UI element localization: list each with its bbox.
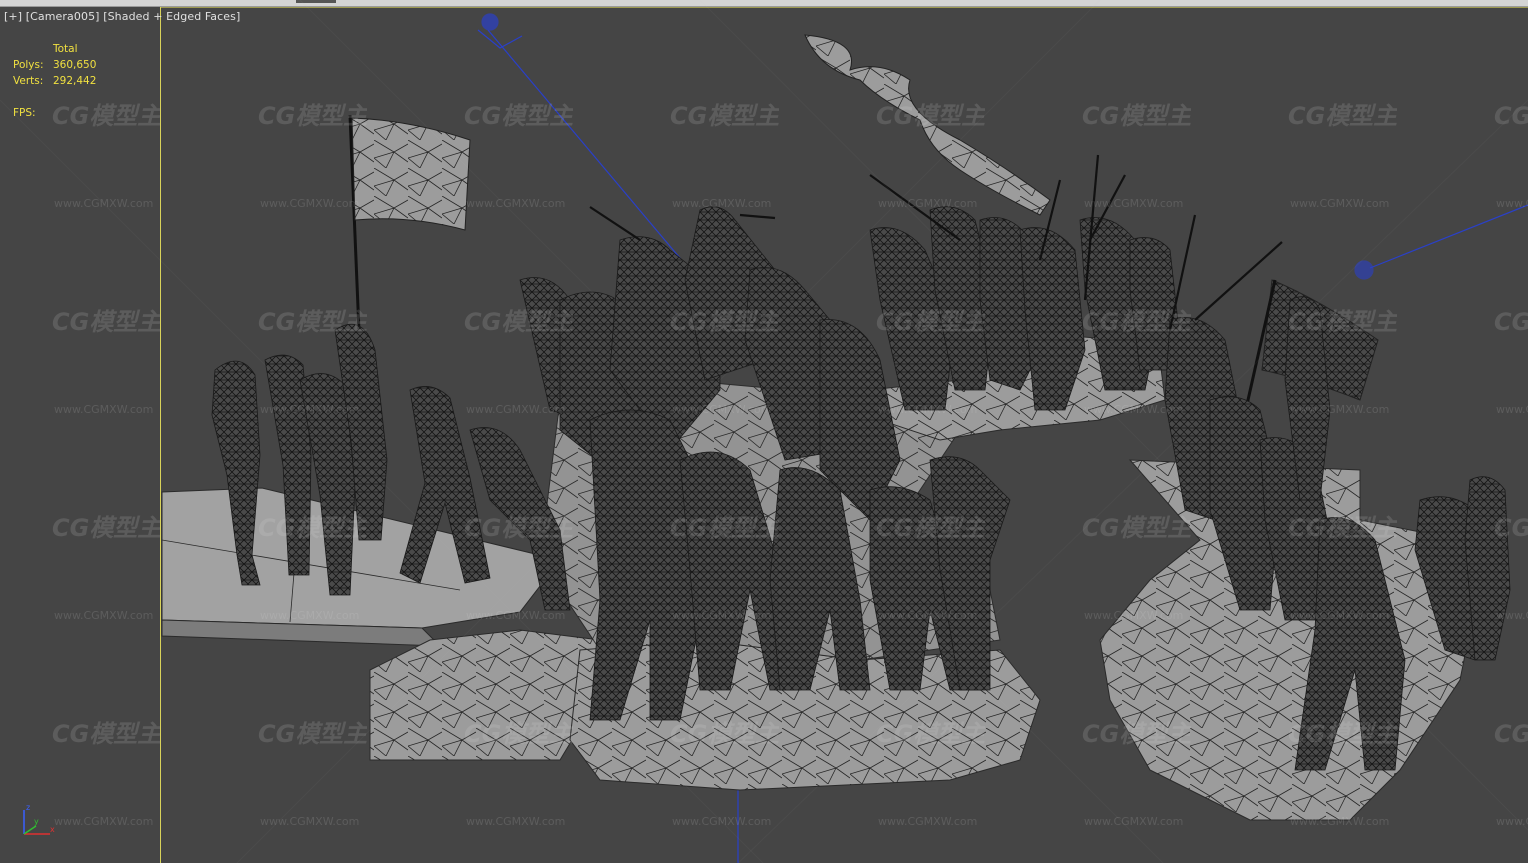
watermark-logo: CG模型主	[876, 720, 986, 748]
y-axis-label: y	[34, 817, 39, 826]
watermark-url: www.CGMXW.com	[1084, 609, 1184, 622]
watermark-logo: CG模型主	[670, 720, 780, 748]
viewport-label[interactable]: [+] [Camera005] [Shaded + Edged Faces]	[4, 10, 240, 23]
watermark-url: www.CGMXW.com	[466, 815, 566, 828]
3d-viewport[interactable]: CG模型主 www.CGMXW.com CG模型主 www.CGMXW.com CG模型…	[0, 0, 1528, 863]
watermark-url: www.CGMXW.com	[1290, 403, 1390, 416]
watermark-logo: CG模型主	[670, 102, 780, 130]
watermark-url: www.CGMXW.com	[1496, 609, 1528, 622]
watermark-logo: CG模型主	[52, 514, 162, 542]
z-axis-label: z	[26, 803, 30, 812]
watermark-logo: CG模型主	[876, 514, 986, 542]
watermark-url: www.CGMXW.com	[1084, 815, 1184, 828]
watermark-url: www.CGMXW.com	[1290, 815, 1390, 828]
watermark-logo: CG模型主	[1288, 102, 1398, 130]
watermark-logo: CG模型主	[1082, 720, 1192, 748]
watermark-url: www.CGMXW.com	[466, 197, 566, 210]
watermark-url: www.CGMXW.com	[1290, 197, 1390, 210]
viewport-general-menu[interactable]: [+]	[4, 10, 22, 23]
watermark-url: www.CGMXW.com	[1290, 609, 1390, 622]
polys-value: 360,650	[53, 59, 97, 71]
watermark-logo: CG模型主	[258, 308, 368, 336]
watermark-logo: CG模型主	[1494, 308, 1528, 336]
watermark-url: www.CGMXW.com	[466, 609, 566, 622]
watermark-url: www.CGMXW.com	[260, 403, 360, 416]
verts-value: 292,442	[53, 75, 97, 87]
watermark-logo: CG模型主	[258, 514, 368, 542]
watermark-logo: CG模型主	[1288, 514, 1398, 542]
x-axis-label: x	[50, 825, 55, 834]
viewport-shading-menu[interactable]: [Shaded + Edged Faces]	[103, 10, 240, 23]
watermark-url: www.CGMXW.com	[54, 403, 154, 416]
watermark-url: www.CGMXW.com	[260, 815, 360, 828]
watermark-logo: CG模型主	[1494, 102, 1528, 130]
watermark-logo: CG模型主	[1494, 514, 1528, 542]
watermark-url: www.CGMXW.com	[54, 197, 154, 210]
viewport-camera-menu[interactable]: [Camera005]	[26, 10, 100, 23]
watermark-url: www.CGMXW.com	[1496, 815, 1528, 828]
watermark-url: www.CGMXW.com	[1496, 197, 1528, 210]
watermark-url: www.CGMXW.com	[672, 815, 772, 828]
y-axis-line	[23, 825, 37, 835]
watermark-url: www.CGMXW.com	[878, 609, 978, 622]
fps-label: FPS:	[13, 107, 36, 119]
watermark-logo: CG模型主	[1288, 308, 1398, 336]
watermark-logo: CG模型主	[1494, 720, 1528, 748]
watermark-logo: CG模型主	[258, 720, 368, 748]
watermark-logo: CG模型主	[464, 514, 574, 542]
watermark-logo: CG模型主	[52, 308, 162, 336]
watermark-url: www.CGMXW.com	[54, 609, 154, 622]
watermark-url: www.CGMXW.com	[878, 197, 978, 210]
watermark-logo: CG模型主	[1288, 720, 1398, 748]
watermark-logo: CG模型主	[1082, 102, 1192, 130]
watermark-logo: CG模型主	[1082, 308, 1192, 336]
watermark-url: www.CGMXW.com	[672, 609, 772, 622]
polys-label: Polys:	[13, 59, 44, 71]
watermark-url: www.CGMXW.com	[1496, 403, 1528, 416]
verts-label: Verts:	[13, 75, 44, 87]
watermark-url: www.CGMXW.com	[1084, 197, 1184, 210]
watermark-url: www.CGMXW.com	[260, 609, 360, 622]
watermark-url: www.CGMXW.com	[878, 403, 978, 416]
watermark-logo: CG模型主	[52, 720, 162, 748]
stats-header: Total	[53, 43, 78, 55]
scene-statistics: Total Polys: 360,650 Verts: 292,442 FPS:	[13, 41, 96, 121]
watermark-logo: CG模型主	[464, 102, 574, 130]
watermark-url: www.CGMXW.com	[878, 815, 978, 828]
safe-frame-top-edge	[160, 7, 1528, 8]
watermark-logo: CG模型主	[464, 720, 574, 748]
watermark-url: www.CGMXW.com	[260, 197, 360, 210]
watermark-logo: CG模型主	[876, 308, 986, 336]
watermark-logo: CG模型主	[670, 514, 780, 542]
watermark-url: www.CGMXW.com	[672, 403, 772, 416]
watermark-logo: CG模型主	[1082, 514, 1192, 542]
watermark-url: www.CGMXW.com	[466, 403, 566, 416]
watermark-url: www.CGMXW.com	[672, 197, 772, 210]
axis-gizmo: z x y	[23, 803, 55, 835]
watermark-logo: CG模型主	[876, 102, 986, 130]
watermark-url: www.CGMXW.com	[1084, 403, 1184, 416]
watermark-logo: CG模型主	[464, 308, 574, 336]
watermark-logo: CG模型主	[670, 308, 780, 336]
safe-frame-left-edge	[160, 7, 161, 863]
watermark-logo: CG模型主	[258, 102, 368, 130]
